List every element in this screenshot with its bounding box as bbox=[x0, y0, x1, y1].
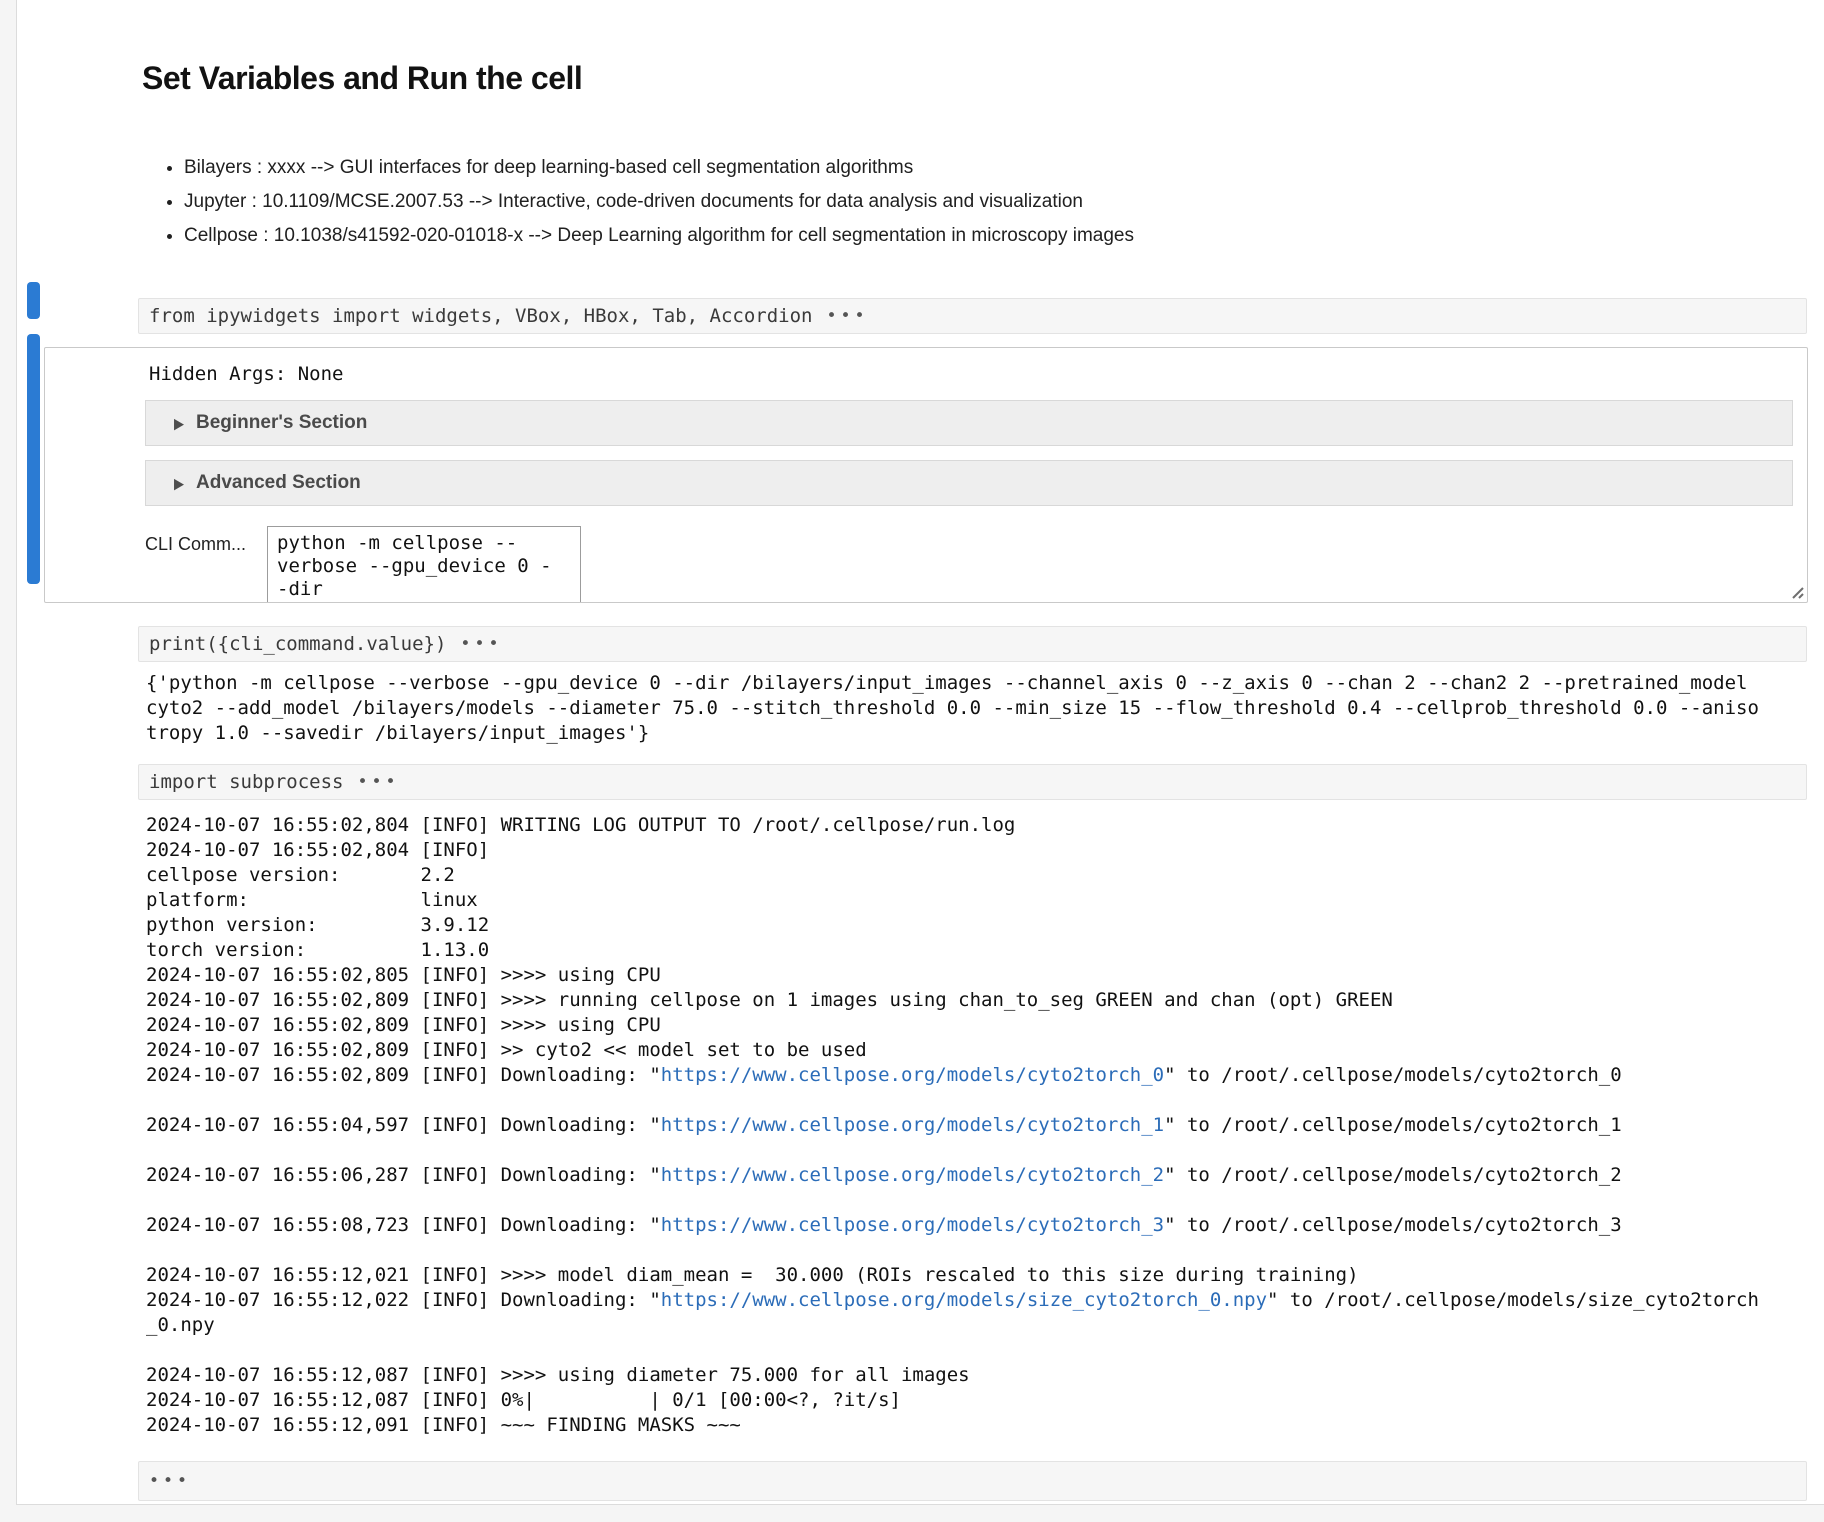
chevron-right-icon: ▶ bbox=[174, 416, 184, 431]
chevron-right-icon: ▶ bbox=[174, 476, 184, 491]
collapsed-cell[interactable]: ••• bbox=[138, 1461, 1807, 1501]
code-text: print({cli_command.value}) bbox=[149, 632, 446, 656]
log-output: 2024-10-07 16:55:02,804 [INFO] WRITING L… bbox=[146, 813, 1766, 1438]
log-link-url[interactable]: https://www.cellpose.org/models/size_cyt… bbox=[661, 1289, 1267, 1311]
widget-output-panel: Hidden Args: None ▶ Beginner's Section ▶… bbox=[44, 347, 1808, 603]
cli-command-row: CLI Comm... python -m cellpose -- verbos… bbox=[145, 526, 1793, 603]
accordion-label: Advanced Section bbox=[196, 472, 361, 494]
log-link-url[interactable]: https://www.cellpose.org/models/cyto2tor… bbox=[661, 1164, 1164, 1186]
list-item: Cellpose : 10.1038/s41592-020-01018-x --… bbox=[184, 224, 1824, 248]
notebook-panel: Set Variables and Run the cell Bilayers … bbox=[16, 0, 1824, 1505]
hidden-args-text: Hidden Args: None bbox=[149, 362, 1793, 386]
print-output-text: {'python -m cellpose --verbose --gpu_dev… bbox=[146, 671, 1766, 746]
accordion-beginners-section[interactable]: ▶ Beginner's Section bbox=[145, 400, 1793, 446]
output-collapser-bar[interactable] bbox=[27, 334, 40, 584]
cli-command-label: CLI Comm... bbox=[145, 526, 267, 555]
collapsed-code-icon[interactable]: ••• bbox=[357, 770, 399, 794]
code-text: import subprocess bbox=[149, 770, 343, 794]
code-cell-print[interactable]: print({cli_command.value}) ••• bbox=[138, 626, 1807, 662]
intro-list: Bilayers : xxxx --> GUI interfaces for d… bbox=[142, 156, 1824, 248]
code-text: from ipywidgets import widgets, VBox, HB… bbox=[149, 304, 812, 328]
accordion-advanced-section[interactable]: ▶ Advanced Section bbox=[145, 460, 1793, 506]
list-item: Bilayers : xxxx --> GUI interfaces for d… bbox=[184, 156, 1824, 180]
collapsed-code-icon[interactable]: ••• bbox=[149, 1469, 191, 1493]
log-link-url[interactable]: https://www.cellpose.org/models/cyto2tor… bbox=[661, 1114, 1164, 1136]
log-link-url[interactable]: https://www.cellpose.org/models/cyto2tor… bbox=[661, 1214, 1164, 1236]
resize-handle-icon[interactable] bbox=[1787, 582, 1805, 600]
page-title: Set Variables and Run the cell bbox=[17, 0, 1824, 98]
accordion-label: Beginner's Section bbox=[196, 412, 367, 434]
cli-command-textarea[interactable]: python -m cellpose -- verbose --gpu_devi… bbox=[267, 526, 581, 603]
log-link-url[interactable]: https://www.cellpose.org/models/cyto2tor… bbox=[661, 1064, 1164, 1086]
code-cell-imports[interactable]: from ipywidgets import widgets, VBox, HB… bbox=[138, 298, 1807, 334]
cell-collapser-bar[interactable] bbox=[27, 282, 40, 319]
list-item: Jupyter : 10.1109/MCSE.2007.53 --> Inter… bbox=[184, 190, 1824, 214]
collapsed-code-icon[interactable]: ••• bbox=[460, 632, 502, 656]
code-cell-subprocess[interactable]: import subprocess ••• bbox=[138, 764, 1807, 800]
collapsed-code-icon[interactable]: ••• bbox=[826, 304, 868, 328]
